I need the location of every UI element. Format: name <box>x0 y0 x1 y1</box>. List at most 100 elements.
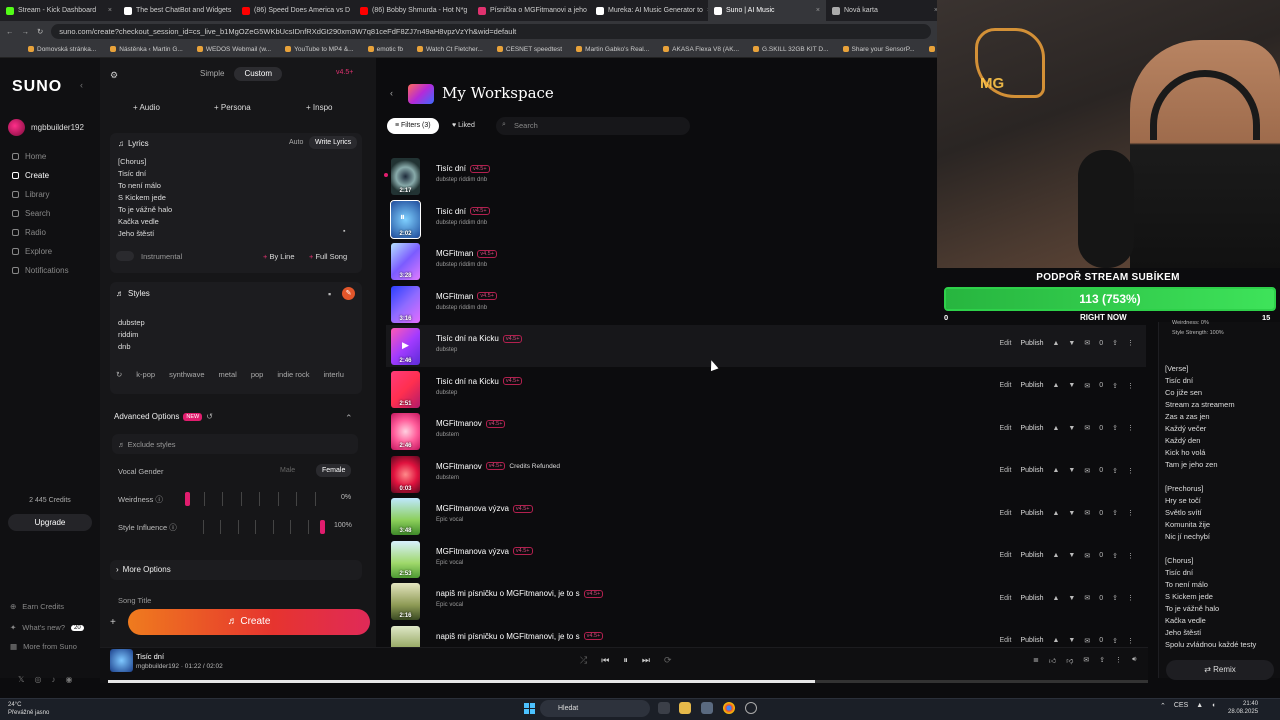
comment-count[interactable]: 0 <box>1099 552 1103 559</box>
comment-icon[interactable]: ✉ <box>1083 656 1089 665</box>
publish-button[interactable]: Publish <box>1021 425 1044 432</box>
weather-widget[interactable]: 24°C Převážně jasno <box>8 701 49 717</box>
publish-button[interactable]: Publish <box>1021 552 1044 559</box>
song-title[interactable]: MGFitmanov <box>436 419 482 428</box>
advanced-options-header[interactable]: Advanced Options NEW ↺ <box>114 412 213 421</box>
language-indicator[interactable]: CES <box>1174 702 1188 710</box>
play-icon[interactable]: ▶ <box>402 340 409 351</box>
share-icon[interactable]: ⇪ <box>1112 382 1118 390</box>
publish-button[interactable]: Publish <box>1021 637 1044 644</box>
x-icon[interactable]: 𝕏 <box>18 675 24 684</box>
next-icon[interactable]: ⏭ <box>642 655 650 666</box>
model-version-selector[interactable]: v4.5+ <box>336 69 353 76</box>
player-title[interactable]: Tisíc dní <box>136 652 164 661</box>
male-option[interactable]: Male <box>280 467 295 474</box>
song-cover[interactable]: 2:51 <box>391 370 420 408</box>
comment-count[interactable]: 0 <box>1099 340 1103 347</box>
song-title[interactable]: MGFitman <box>436 292 473 301</box>
bookmark[interactable]: Watch Ct Fletcher... <box>416 46 483 53</box>
chrome-icon[interactable] <box>723 702 735 714</box>
share-icon[interactable]: ⇪ <box>1112 339 1118 347</box>
more-icon[interactable]: ⋮ <box>1115 656 1122 665</box>
like-icon[interactable]: 👍︎ <box>1049 656 1056 665</box>
mode-custom-button[interactable]: Custom <box>234 67 283 81</box>
instrumental-toggle[interactable] <box>116 251 134 261</box>
tiktok-icon[interactable]: ♪ <box>51 675 55 684</box>
comment-icon[interactable]: ✉ <box>1084 509 1090 517</box>
create-button[interactable]: ♬ Create <box>128 609 370 635</box>
bookmark[interactable]: Define R6 Tempere... <box>928 46 937 53</box>
network-icon[interactable]: ▲ <box>1196 702 1203 710</box>
edit-button[interactable]: Edit <box>999 595 1011 602</box>
song-title[interactable]: MGFitmanova výzva <box>436 547 509 556</box>
edit-button[interactable]: Edit <box>999 467 1011 474</box>
edit-button[interactable]: Edit <box>999 382 1011 389</box>
bookmark[interactable]: Share your SensorP... <box>842 46 915 53</box>
chevron-up-icon[interactable]: ⌃ <box>345 413 353 424</box>
instagram-icon[interactable]: ◎ <box>34 675 41 684</box>
style-chip[interactable]: metal <box>219 370 237 379</box>
settings-icon[interactable] <box>745 702 757 714</box>
back-chevron-icon[interactable]: ‹ <box>390 88 393 98</box>
volume-icon[interactable]: 🔊︎ <box>1132 656 1136 665</box>
song-cover[interactable]: 3:16 <box>391 285 420 323</box>
bookmark[interactable]: emotic fb <box>367 46 403 53</box>
style-chip[interactable]: interlu <box>323 370 343 379</box>
discord-icon[interactable]: ◉ <box>65 675 72 684</box>
more-icon[interactable]: ⋮ <box>1127 509 1134 517</box>
pause-icon[interactable]: ⏸ <box>623 655 628 666</box>
edit-button[interactable]: Edit <box>999 510 1011 517</box>
more-icon[interactable]: ⋮ <box>1127 637 1134 645</box>
bookmark[interactable]: Nástěnka ‹ Martin G... <box>110 46 183 53</box>
filters-button[interactable]: ≡ Filters (3) <box>387 118 439 134</box>
bookmark[interactable]: WEDOS Webmail (w... <box>196 46 271 53</box>
browser-tab[interactable]: The best ChatBot and Widgets× <box>118 0 236 21</box>
song-title[interactable]: Tisíc dní <box>436 164 466 173</box>
slider-knob[interactable] <box>185 492 190 506</box>
add-audio-button[interactable]: + Audio <box>133 103 160 112</box>
song-title[interactable]: Tisíc dní na Kicku <box>436 377 499 386</box>
more-from-suno-link[interactable]: ▦ More from Suno <box>10 642 77 651</box>
song-title[interactable]: MGFitmanov <box>436 462 482 471</box>
bookmark[interactable]: CESNET speedtest <box>496 46 562 53</box>
style-chip[interactable]: k-pop <box>136 370 155 379</box>
song-title[interactable]: Tisíc dní <box>436 207 466 216</box>
publish-button[interactable]: Publish <box>1021 595 1044 602</box>
comment-icon[interactable]: ✉ <box>1084 467 1090 475</box>
bookmark[interactable]: YouTube to MP4 &... <box>285 46 354 53</box>
whats-new-link[interactable]: ✦ What's new? 20 <box>10 623 84 632</box>
by-line-button[interactable]: + By Line <box>263 252 295 261</box>
browser-tab[interactable]: Mureka: AI Music Generator to× <box>590 0 708 21</box>
song-title[interactable]: Tisíc dní na Kicku <box>436 334 499 343</box>
refresh-icon[interactable]: ↻ <box>116 370 122 379</box>
clock[interactable]: 21:40 28.08.2025 <box>1228 700 1258 716</box>
queue-icon[interactable]: ≣ <box>1033 656 1039 665</box>
undo-icon[interactable]: ↺ <box>206 412 213 421</box>
comment-count[interactable]: 0 <box>1099 425 1103 432</box>
share-icon[interactable]: ⇪ <box>1112 594 1118 602</box>
close-tab-icon[interactable]: × <box>108 7 112 14</box>
previous-icon[interactable]: ⏮ <box>601 655 609 666</box>
song-row[interactable]: 3:48 MGFitmanova výzva v4.5+ Epic vocal Edit… <box>386 495 1146 537</box>
dislike-icon[interactable]: ▼ <box>1068 382 1075 389</box>
full-song-button[interactable]: + Full Song <box>309 252 347 261</box>
share-icon[interactable]: ⇪ <box>1112 467 1118 475</box>
close-tab-icon[interactable]: × <box>816 7 820 14</box>
song-row[interactable]: 2:51 Tisíc dní na Kicku v4.5+ dubstep Edit Pu… <box>386 368 1146 410</box>
share-icon[interactable]: ⇪ <box>1112 552 1118 560</box>
edit-button[interactable]: Edit <box>999 637 1011 644</box>
comment-count[interactable]: 0 <box>1099 637 1103 644</box>
dislike-icon[interactable]: ▼ <box>1068 425 1075 432</box>
task-view-icon[interactable] <box>658 702 670 714</box>
nav-home[interactable]: Home <box>12 152 46 161</box>
add-inspo-button[interactable]: + Inspo <box>306 103 332 112</box>
add-icon[interactable]: + <box>110 617 116 628</box>
windows-start-icon[interactable] <box>524 703 535 714</box>
like-icon[interactable]: ▲ <box>1052 382 1059 389</box>
browser-tab[interactable]: (86) Speed Does America vs D× <box>236 0 354 21</box>
shuffle-icon[interactable]: ⤮ <box>580 655 587 666</box>
edit-button[interactable]: Edit <box>999 425 1011 432</box>
song-row[interactable]: 0:03 MGFitmanov v4.5+ Credits Refunded dubst… <box>386 453 1146 495</box>
nav-search[interactable]: Search <box>12 209 50 218</box>
bookmark[interactable]: AKASA Flexa V8 (AK... <box>663 46 739 53</box>
